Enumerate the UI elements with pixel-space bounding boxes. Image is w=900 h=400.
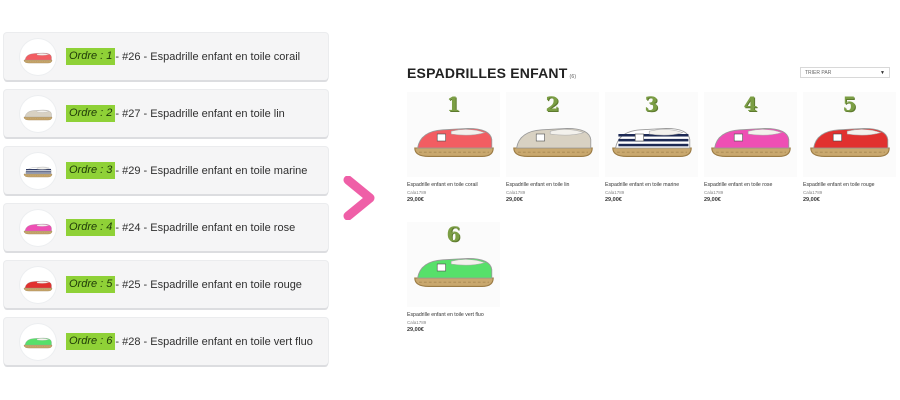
product-name[interactable]: Espadrille enfant en toile lin (506, 182, 569, 188)
rank-number: 1 (446, 92, 461, 116)
product-price: 29,00€ (407, 327, 424, 333)
order-product-name: - #27 - Espadrille enfant en toile lin (115, 107, 285, 120)
product-ref: Cala1789 (407, 320, 427, 325)
product-image[interactable]: 1 (407, 92, 500, 177)
espadrille-illustration (810, 127, 890, 157)
rank-number: 3 (644, 92, 659, 116)
espadrille-illustration (23, 109, 53, 120)
product-ref: Cala1789 (803, 190, 823, 195)
espadrille-illustration (414, 257, 494, 287)
product-image[interactable]: 2 (506, 92, 599, 177)
product-price: 29,00€ (803, 197, 820, 203)
product-ref: Cala1789 (704, 190, 724, 195)
order-product-name: - #24 - Espadrille enfant en toile rose (115, 221, 296, 234)
product-thumbnail (20, 323, 56, 360)
product-ref: Cala1789 (407, 190, 427, 195)
product-thumbnail (20, 152, 56, 189)
product-thumbnail (20, 95, 56, 132)
espadrille-illustration (711, 127, 791, 157)
rank-number: 6 (446, 222, 461, 246)
chevron-down-icon: ▼ (880, 70, 885, 76)
product-image[interactable]: 4 (704, 92, 797, 177)
order-product-name: - #25 - Espadrille enfant en toile rouge (115, 278, 302, 291)
espadrille-illustration (23, 166, 53, 177)
order-row[interactable]: Ordre : 2 - #27 - Espadrille enfant en t… (4, 90, 328, 137)
espadrille-illustration (612, 127, 692, 157)
product-ref: Cala1789 (506, 190, 526, 195)
product-name[interactable]: Espadrille enfant en toile vert fluo (407, 312, 484, 318)
order-row[interactable]: Ordre : 3 - #29 - Espadrille enfant en t… (4, 147, 328, 194)
order-product-name: - #26 - Espadrille enfant en toile corai… (115, 50, 301, 63)
chevron-right-icon (343, 176, 375, 220)
order-badge: Ordre : 4 (66, 219, 116, 236)
product-name[interactable]: Espadrille enfant en toile corail (407, 182, 478, 188)
espadrille-illustration (23, 223, 53, 234)
espadrille-illustration (414, 127, 494, 157)
espadrille-illustration (23, 337, 53, 348)
product-ref: Cala1789 (605, 190, 625, 195)
page-title: ESPADRILLES ENFANT (6) (407, 65, 577, 81)
order-badge: Ordre : 3 (66, 162, 116, 179)
product-price: 29,00€ (704, 197, 721, 203)
product-price: 29,00€ (407, 197, 424, 203)
product-image[interactable]: 3 (605, 92, 698, 177)
order-row[interactable]: Ordre : 5 - #25 - Espadrille enfant en t… (4, 261, 328, 308)
sort-dropdown[interactable]: TRIER PAR ▼ (800, 67, 890, 78)
espadrille-illustration (513, 127, 593, 157)
product-name[interactable]: Espadrille enfant en toile rouge (803, 182, 875, 188)
product-price: 29,00€ (605, 197, 622, 203)
order-badge: Ordre : 5 (66, 276, 116, 293)
rank-number: 4 (743, 92, 758, 116)
sort-label: TRIER PAR (805, 70, 832, 76)
order-row[interactable]: Ordre : 4 - #24 - Espadrille enfant en t… (4, 204, 328, 251)
espadrille-illustration (23, 280, 53, 291)
product-thumbnail (20, 266, 56, 303)
order-row[interactable]: Ordre : 6 - #28 - Espadrille enfant en t… (4, 318, 328, 365)
product-thumbnail (20, 209, 56, 246)
order-product-name: - #28 - Espadrille enfant en toile vert … (115, 335, 313, 348)
product-price: 29,00€ (506, 197, 523, 203)
order-list: Ordre : 1 - #26 - Espadrille enfant en t… (4, 33, 328, 375)
rank-number: 2 (545, 92, 560, 116)
product-image[interactable]: 6 (407, 222, 500, 307)
espadrille-illustration (23, 52, 53, 63)
product-image[interactable]: 5 (803, 92, 896, 177)
order-product-name: - #29 - Espadrille enfant en toile marin… (115, 164, 308, 177)
rank-number: 5 (842, 92, 857, 116)
order-badge: Ordre : 1 (66, 48, 116, 65)
product-name[interactable]: Espadrille enfant en toile marine (605, 182, 679, 188)
order-badge: Ordre : 2 (66, 105, 116, 122)
product-thumbnail (20, 38, 56, 75)
product-name[interactable]: Espadrille enfant en toile rose (704, 182, 772, 188)
order-badge: Ordre : 6 (66, 333, 116, 350)
order-row[interactable]: Ordre : 1 - #26 - Espadrille enfant en t… (4, 33, 328, 80)
product-count: (6) (569, 74, 577, 80)
